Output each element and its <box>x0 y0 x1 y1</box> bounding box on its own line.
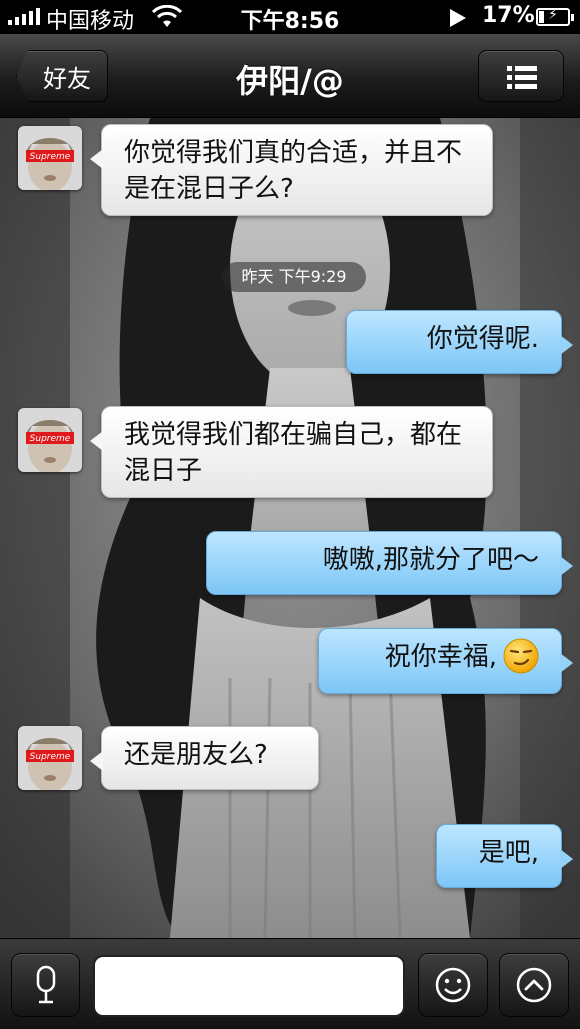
avatar-label: Supreme <box>30 434 71 444</box>
smirk-emoji <box>503 638 539 673</box>
avatar-image: Supreme <box>18 126 82 190</box>
message-input[interactable] <box>93 955 405 1017</box>
message-incoming[interactable]: 还是朋友么? <box>90 726 319 790</box>
avatar[interactable]: Supreme <box>18 408 82 472</box>
voice-button[interactable] <box>11 953 80 1017</box>
message-timestamp: 昨天 下午9:29 <box>222 262 366 292</box>
message-incoming[interactable]: 我觉得我们都在骗自己，都在混日子 <box>90 406 493 498</box>
microphone-icon <box>36 965 55 1004</box>
emoji-button[interactable] <box>418 953 488 1017</box>
message-text: 你觉得呢. <box>426 324 539 354</box>
more-button[interactable] <box>499 953 569 1017</box>
battery-percent: 17% <box>482 3 535 28</box>
message-text: 嗷嗷,那就分了吧～ <box>322 545 539 575</box>
play-icon <box>450 9 466 27</box>
avatar-image: Supreme <box>18 408 82 472</box>
smiley-icon <box>435 967 471 1003</box>
chat-area[interactable]: Supreme 你觉得我们真的合适，并且不是在混日子么? 昨天 下午9:29 你… <box>0 118 580 938</box>
chevron-up-icon <box>516 967 552 1003</box>
chat-wallpaper <box>0 118 580 938</box>
message-text: 你觉得我们真的合适，并且不是在混日子么? <box>124 138 463 204</box>
message-text: 祝你幸福, <box>384 642 497 672</box>
battery-charging-icon: ⚡ <box>536 7 574 26</box>
avatar[interactable]: Supreme <box>18 726 82 790</box>
avatar-label: Supreme <box>30 752 71 762</box>
nav-bar: 好友 伊阳/@ <box>0 34 580 118</box>
menu-button[interactable] <box>478 50 564 102</box>
avatar-image: Supreme <box>18 726 82 790</box>
message-outgoing[interactable]: 嗷嗷,那就分了吧～ <box>206 531 573 595</box>
message-text: 是吧, <box>478 838 539 868</box>
message-outgoing[interactable]: 祝你幸福, <box>318 628 573 694</box>
message-text: 还是朋友么? <box>124 740 268 770</box>
back-button[interactable]: 好友 <box>16 50 108 102</box>
list-menu-icon <box>507 66 537 89</box>
avatar-label: Supreme <box>30 152 71 162</box>
message-outgoing[interactable]: 你觉得呢. <box>346 310 573 374</box>
page-title: 伊阳/@ <box>236 62 344 100</box>
message-text: 我觉得我们都在骗自己，都在混日子 <box>124 420 463 486</box>
input-bar <box>0 938 580 1029</box>
avatar[interactable]: Supreme <box>18 126 82 190</box>
chat-screen: 中国移动 下午8:56 17% ⚡ 好友 伊阳/@ Supreme 你觉得我们真… <box>0 0 580 1029</box>
message-incoming[interactable]: 你觉得我们真的合适，并且不是在混日子么? <box>90 124 493 216</box>
status-bar: 中国移动 下午8:56 17% ⚡ <box>0 0 580 34</box>
message-outgoing[interactable]: 是吧, <box>436 824 573 888</box>
